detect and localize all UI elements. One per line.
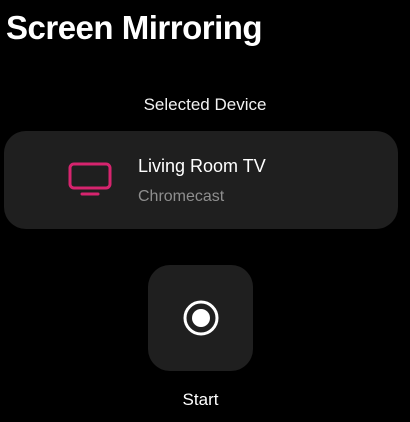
device-type: Chromecast [138, 188, 225, 205]
device-name: Living Room TV [138, 156, 266, 176]
tv-icon [68, 162, 112, 196]
start-button[interactable] [148, 265, 253, 371]
selected-device-card[interactable]: Living Room TV Chromecast [4, 131, 398, 229]
record-icon [183, 300, 218, 336]
start-label: Start [182, 390, 219, 409]
page-title: Screen Mirroring [6, 9, 263, 46]
selected-device-label: Selected Device [143, 95, 267, 114]
